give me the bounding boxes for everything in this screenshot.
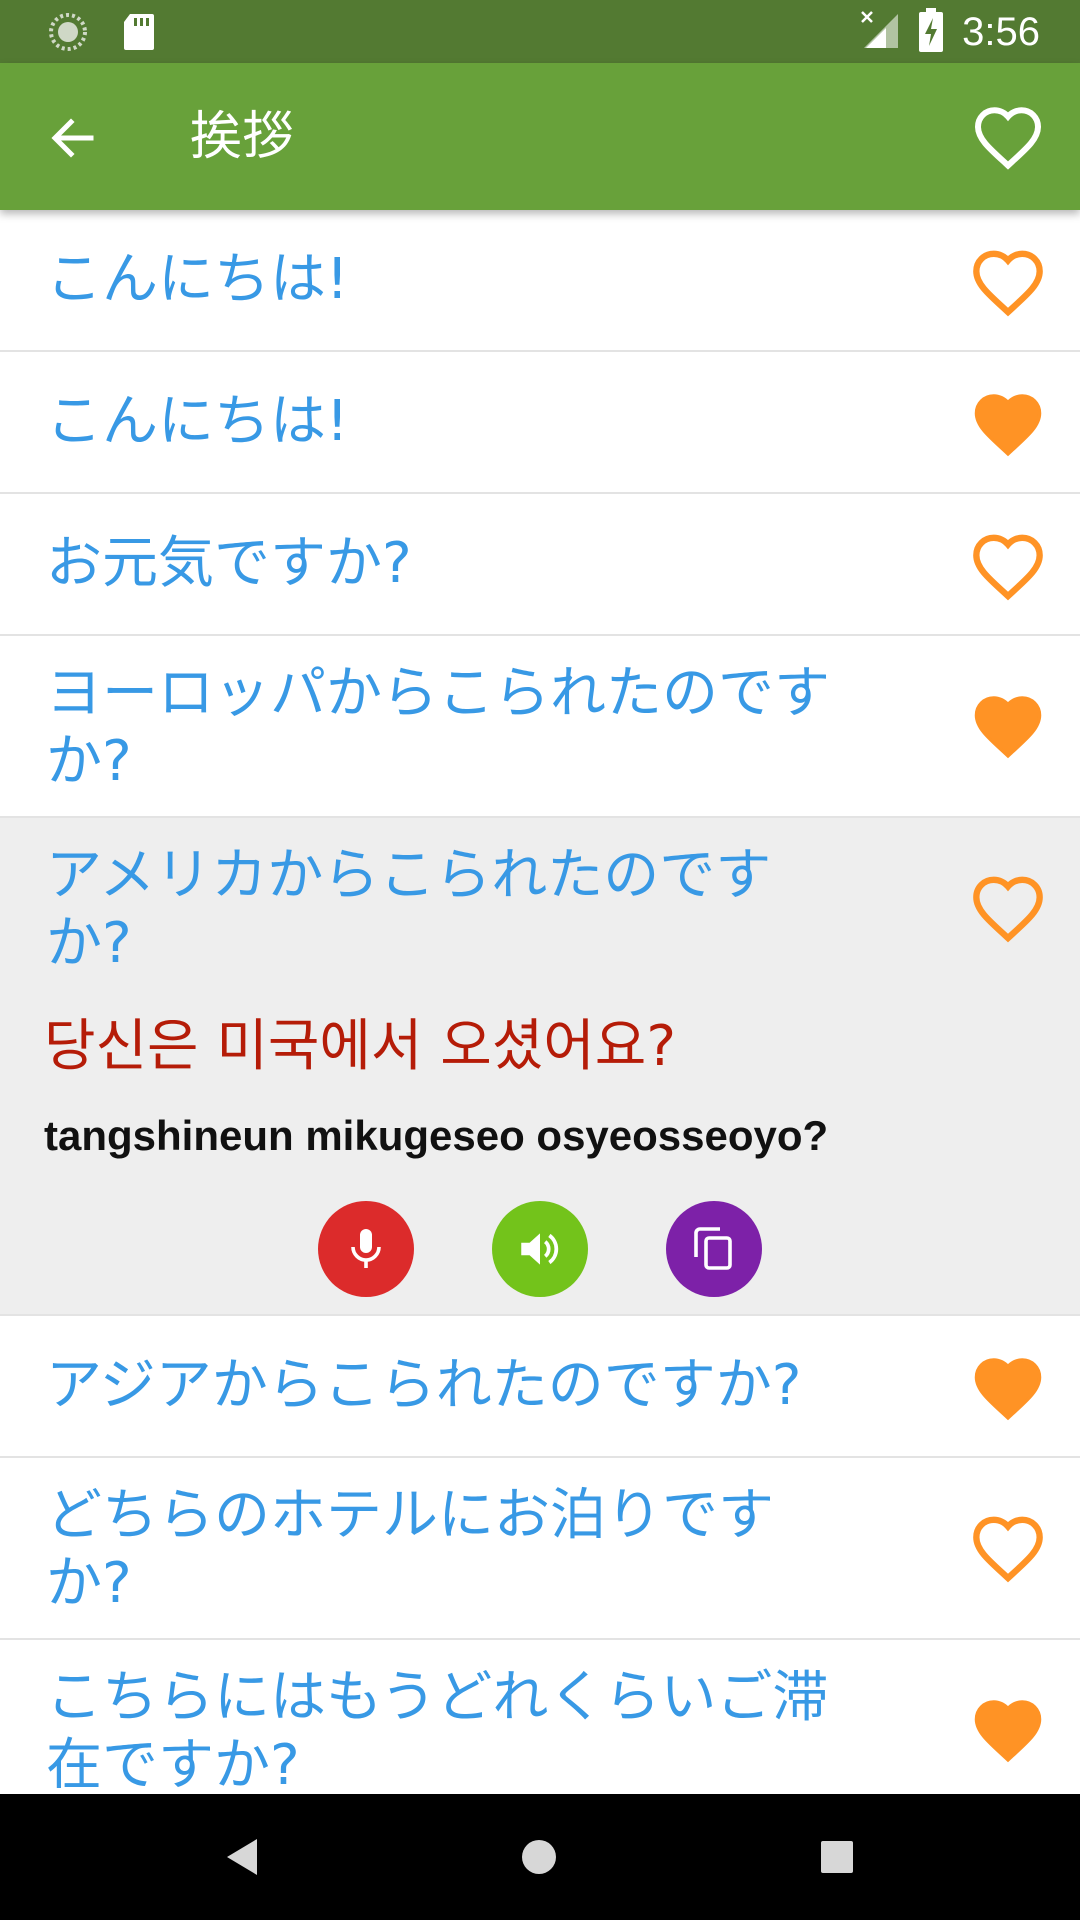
heart-outline-icon — [974, 107, 1042, 170]
toolbar: 挨拶 — [0, 63, 1080, 210]
record-button[interactable] — [318, 1201, 414, 1297]
phrase-list[interactable]: こんにちは! こんにちは! お元気ですか? ヨーロッパからこられたのですか? ア… — [0, 210, 1080, 1794]
phrase-text: お元気ですか? — [46, 531, 412, 596]
page-title: 挨拶 — [190, 107, 295, 167]
navigation-bar — [0, 1794, 1080, 1920]
status-time: 3:56 — [962, 10, 1040, 54]
microphone-icon — [351, 1229, 381, 1268]
phrase-row[interactable]: こんにちは! — [0, 210, 1080, 352]
nav-recents-icon — [821, 1841, 853, 1873]
battery-charging-icon — [918, 8, 944, 56]
phrase-row[interactable]: こんにちは! — [0, 352, 1080, 494]
phrase-row[interactable]: どちらのホテルにお泊りですか? — [0, 1458, 1080, 1640]
phrase-text: どちらのホテルにお泊りですか? — [46, 1483, 774, 1616]
nav-back-button[interactable] — [208, 1824, 274, 1890]
nav-recents-button[interactable] — [804, 1824, 870, 1890]
phrase-text: こちらにはもうどれくらいご滞在ですか? — [46, 1665, 829, 1794]
phrase-row-expanded[interactable]: アメリカからこられたのですか? 당신은 미국에서 오셨어요? tangshine… — [0, 818, 1080, 1316]
status-bar: 3:56 — [0, 0, 1080, 63]
phrase-text: こんにちは! — [46, 389, 349, 454]
heart-outline-icon[interactable] — [970, 246, 1046, 318]
nav-home-icon — [522, 1840, 556, 1874]
romanization-text: tangshineun mikugeseo osyeosseoyo? — [44, 1112, 829, 1159]
heart-outline-icon[interactable] — [970, 872, 1046, 944]
nav-back-icon — [227, 1839, 257, 1875]
phrase-row[interactable]: お元気ですか? — [0, 494, 1080, 636]
phrase-text: アジアからこられたのですか? — [46, 1353, 802, 1418]
heart-filled-icon[interactable] — [970, 1694, 1046, 1766]
phrase-actions — [0, 1201, 1080, 1297]
heart-outline-icon[interactable] — [970, 530, 1046, 602]
copy-icon — [694, 1227, 732, 1270]
heart-filled-icon[interactable] — [970, 388, 1046, 460]
phrase-text: こんにちは! — [46, 247, 349, 312]
phrase-row[interactable]: ヨーロッパからこられたのですか? — [0, 636, 1080, 818]
copy-button[interactable] — [666, 1201, 762, 1297]
nav-home-button[interactable] — [506, 1824, 572, 1890]
sync-icon — [48, 12, 88, 56]
sd-card-icon — [122, 12, 156, 56]
phrase-text: アメリカからこられたのですか? — [46, 843, 772, 976]
phrase-text: ヨーロッパからこられたのですか? — [46, 661, 830, 794]
play-audio-button[interactable] — [492, 1201, 588, 1297]
phrase-row[interactable]: こちらにはもうどれくらいご滞在ですか? — [0, 1640, 1080, 1794]
heart-filled-icon[interactable] — [970, 1352, 1046, 1424]
speaker-icon — [521, 1233, 559, 1265]
translation-text: 당신은 미국에서 오셨어요? — [44, 1014, 677, 1079]
heart-filled-icon[interactable] — [970, 690, 1046, 762]
back-button[interactable] — [38, 103, 108, 173]
heart-outline-icon[interactable] — [970, 1512, 1046, 1584]
arrow-back-icon — [51, 118, 94, 158]
signal-off-icon — [860, 10, 900, 54]
favorites-button[interactable] — [970, 99, 1046, 175]
phrase-row[interactable]: アジアからこられたのですか? — [0, 1316, 1080, 1458]
